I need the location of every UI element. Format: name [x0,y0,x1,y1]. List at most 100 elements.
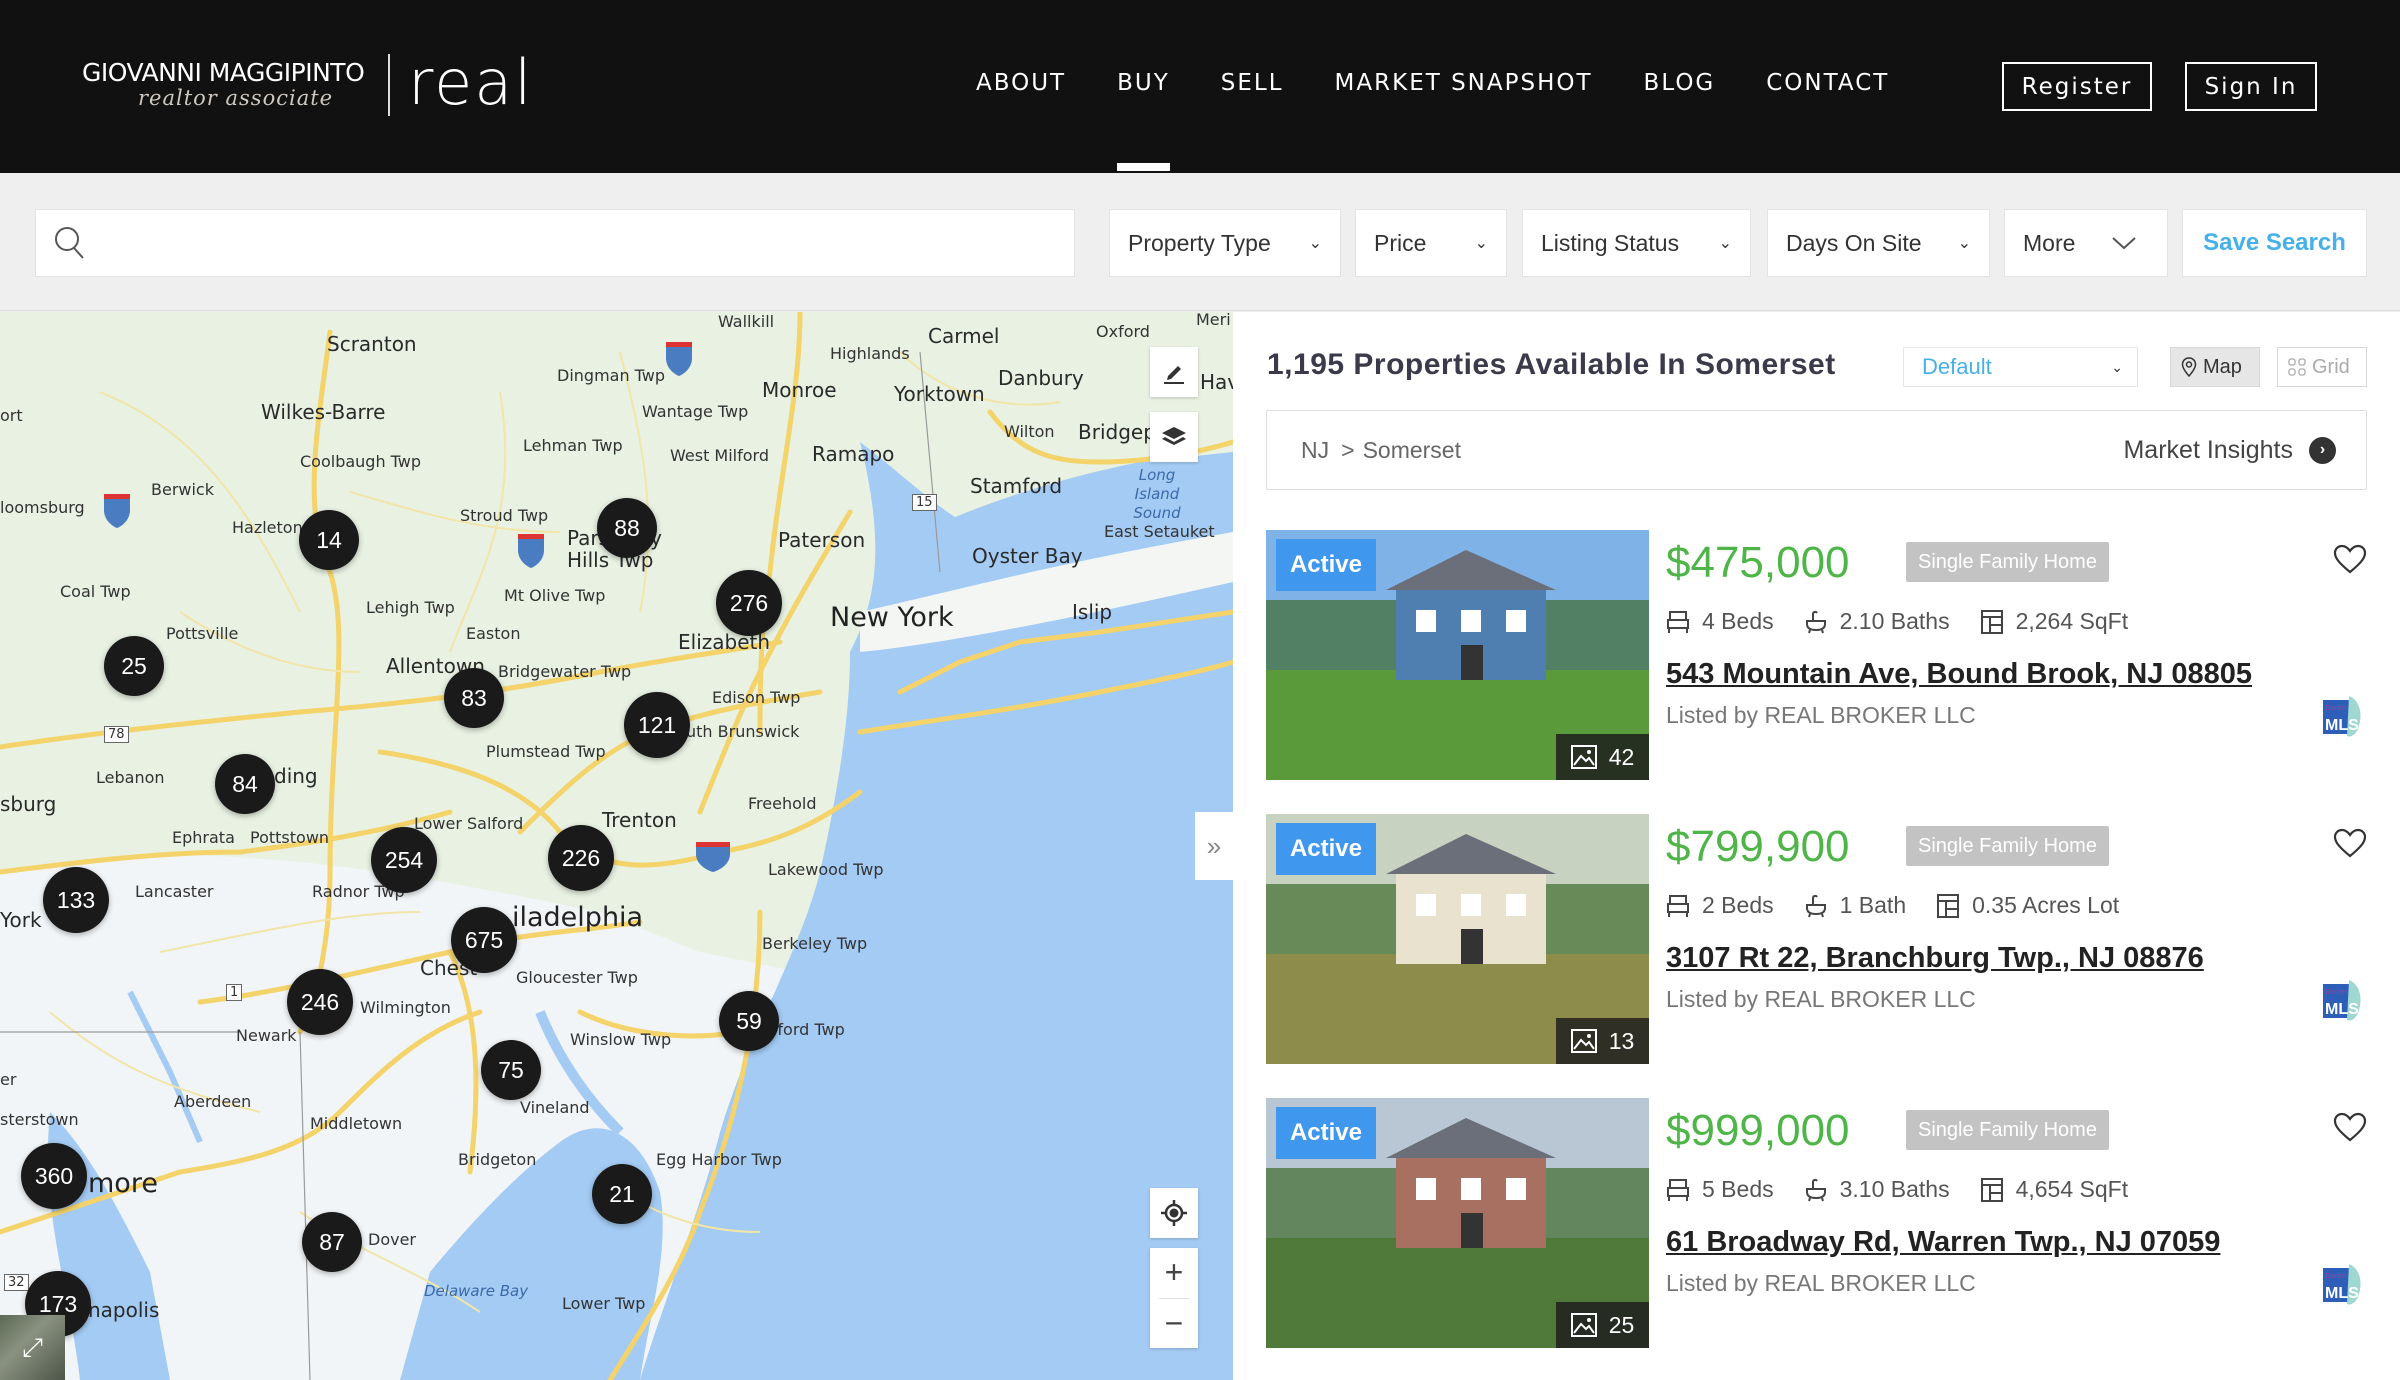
sort-dropdown[interactable]: Default ⌄ [1903,347,2138,387]
nav-market-snapshot[interactable]: MARKET SNAPSHOT [1335,70,1593,96]
listing-photo[interactable]: Active 42 [1266,530,1649,780]
map-cluster-marker[interactable]: 246 [287,969,353,1035]
zoom-out-button[interactable]: − [1150,1298,1198,1348]
map-label: Lehman Twp [523,436,623,455]
property-type-label: Property Type [1128,229,1271,256]
price-dropdown[interactable]: Price ⌄ [1355,209,1507,277]
image-icon [1570,745,1597,769]
map-cluster-marker[interactable]: 88 [597,498,657,558]
chevron-right-circle-icon: › [2309,436,2336,464]
draw-area-button[interactable] [1150,347,1198,397]
zoom-controls: + − [1150,1248,1198,1348]
sign-in-button[interactable]: Sign In [2185,62,2317,111]
locate-me-button[interactable] [1150,1188,1198,1238]
pencil-icon [1164,366,1184,384]
results-count-title: 1,195 Properties Available In Somerset [1267,348,1836,381]
listing-card[interactable]: Active 13 $799,900 Single Family Home 2 … [1266,814,2367,1066]
map-label: Coolbaugh Twp [300,452,422,471]
search-box[interactable] [35,209,1075,277]
map-cluster-marker[interactable]: 121 [624,692,690,758]
listing-card[interactable]: Active 42 $475,000 Single Family Home 4 … [1266,530,2367,782]
listing-card[interactable]: Active 25 $999,000 Single Family Home 5 … [1266,1098,2367,1350]
map-cluster-marker[interactable]: 25 [104,636,164,696]
market-insights-link[interactable]: Market Insights › [2123,436,2336,465]
area-value: 4,654 SqFt [2015,1176,2129,1202]
map-label: Islip [1072,600,1113,624]
chevron-down-icon: ⌄ [1957,235,1971,252]
bathtub-icon [1805,610,1826,633]
area: 0.35 Acres Lot [1936,892,2119,919]
map-cluster-marker[interactable]: 84 [215,754,275,814]
listing-status-label: Listing Status [1541,229,1680,256]
breadcrumb-state[interactable]: NJ [1301,437,1329,464]
map-cluster-marker[interactable]: 14 [299,510,359,570]
nav-sell[interactable]: SELL [1221,70,1284,96]
photo-count[interactable]: 42 [1556,734,1649,780]
map-cluster-marker[interactable]: 59 [719,991,779,1051]
save-search-button[interactable]: Save Search [2182,209,2367,277]
listing-status-dropdown[interactable]: Listing Status ⌄ [1522,209,1751,277]
photo-count[interactable]: 25 [1556,1302,1649,1348]
favorite-button[interactable] [2333,828,2367,863]
svg-text:MLS: MLS [2325,1285,2359,1302]
map-label: Middletown [310,1114,403,1133]
map-label: Lancaster [135,882,214,901]
map-label: ort [0,406,23,425]
map-label: Highlands [830,344,910,363]
heart-icon [2333,1112,2367,1142]
more-filters-dropdown[interactable]: More [2004,209,2168,277]
nav-blog[interactable]: BLOG [1644,70,1716,96]
beds: 5 Beds [1666,1176,1774,1203]
nav-about[interactable]: ABOUT [976,70,1066,96]
map-layers-button[interactable] [1150,412,1198,462]
listing-photo[interactable]: Active 25 [1266,1098,1649,1348]
nav-buy[interactable]: BUY [1117,70,1170,171]
breadcrumb-bar: NJ > Somerset Market Insights › [1266,410,2367,490]
search-input[interactable] [87,210,1074,276]
map-label: Delaware Bay [424,1282,529,1300]
bathtub-icon [1805,1178,1826,1201]
map-cluster-marker[interactable]: 226 [548,825,614,891]
collapse-map-button[interactable]: » [1195,812,1233,880]
satellite-toggle[interactable]: ⤢ [0,1315,65,1380]
map-cluster-marker[interactable]: 83 [444,668,504,728]
listing-photo[interactable]: Active 13 [1266,814,1649,1064]
more-label: More [2023,229,2076,256]
map-cluster-marker[interactable]: 254 [371,827,437,893]
map-label: uth Brunswick [686,722,800,741]
map-cluster-marker[interactable]: 75 [481,1040,541,1100]
map-panel[interactable]: 78 15 1 32 Scranton Wilkes-Barre Dingman… [0,312,1233,1380]
map-cluster-marker[interactable]: 276 [716,570,782,636]
map-cluster-marker[interactable]: 675 [451,907,517,973]
route-shield-15: 15 [912,494,937,511]
listing-price: $475,000 [1666,538,1850,587]
listing-address-link[interactable]: 3107 Rt 22, Branchburg Twp., NJ 08876 [1666,942,2204,975]
map-cluster-marker[interactable]: 133 [43,867,109,933]
photo-count-value: 13 [1608,1027,1635,1054]
map-cluster-marker[interactable]: 87 [302,1212,362,1272]
grid-view-toggle[interactable]: Grid [2277,347,2367,387]
listing-address-link[interactable]: 543 Mountain Ave, Bound Brook, NJ 08805 [1666,658,2252,691]
map-label: Stamford [970,474,1063,498]
map-label: Monroe [762,378,837,402]
map-label: Ephrata [172,828,235,847]
nav-contact[interactable]: CONTACT [1766,70,1889,96]
map-cluster-marker[interactable]: 21 [592,1164,652,1224]
map-cluster-marker[interactable]: 360 [21,1143,87,1209]
photo-count[interactable]: 13 [1556,1018,1649,1064]
register-button[interactable]: Register [2002,62,2152,111]
area: 4,654 SqFt [1980,1176,2129,1203]
favorite-button[interactable] [2333,544,2367,579]
zoom-in-button[interactable]: + [1150,1248,1198,1298]
days-on-site-dropdown[interactable]: Days On Site ⌄ [1767,209,1990,277]
listing-address-link[interactable]: 61 Broadway Rd, Warren Twp., NJ 07059 [1666,1226,2220,1259]
map-label: Meri [1196,312,1231,329]
map-label: ding [274,764,318,788]
map-view-toggle[interactable]: Map [2170,347,2260,387]
status-badge: Active [1276,823,1376,875]
favorite-button[interactable] [2333,1112,2367,1147]
mls-logo-icon: MLS Garden [2323,1264,2361,1305]
property-type-dropdown[interactable]: Property Type ⌄ [1109,209,1341,277]
map-label: Edison Twp [712,688,801,707]
map-label: Lower Twp [562,1294,646,1313]
